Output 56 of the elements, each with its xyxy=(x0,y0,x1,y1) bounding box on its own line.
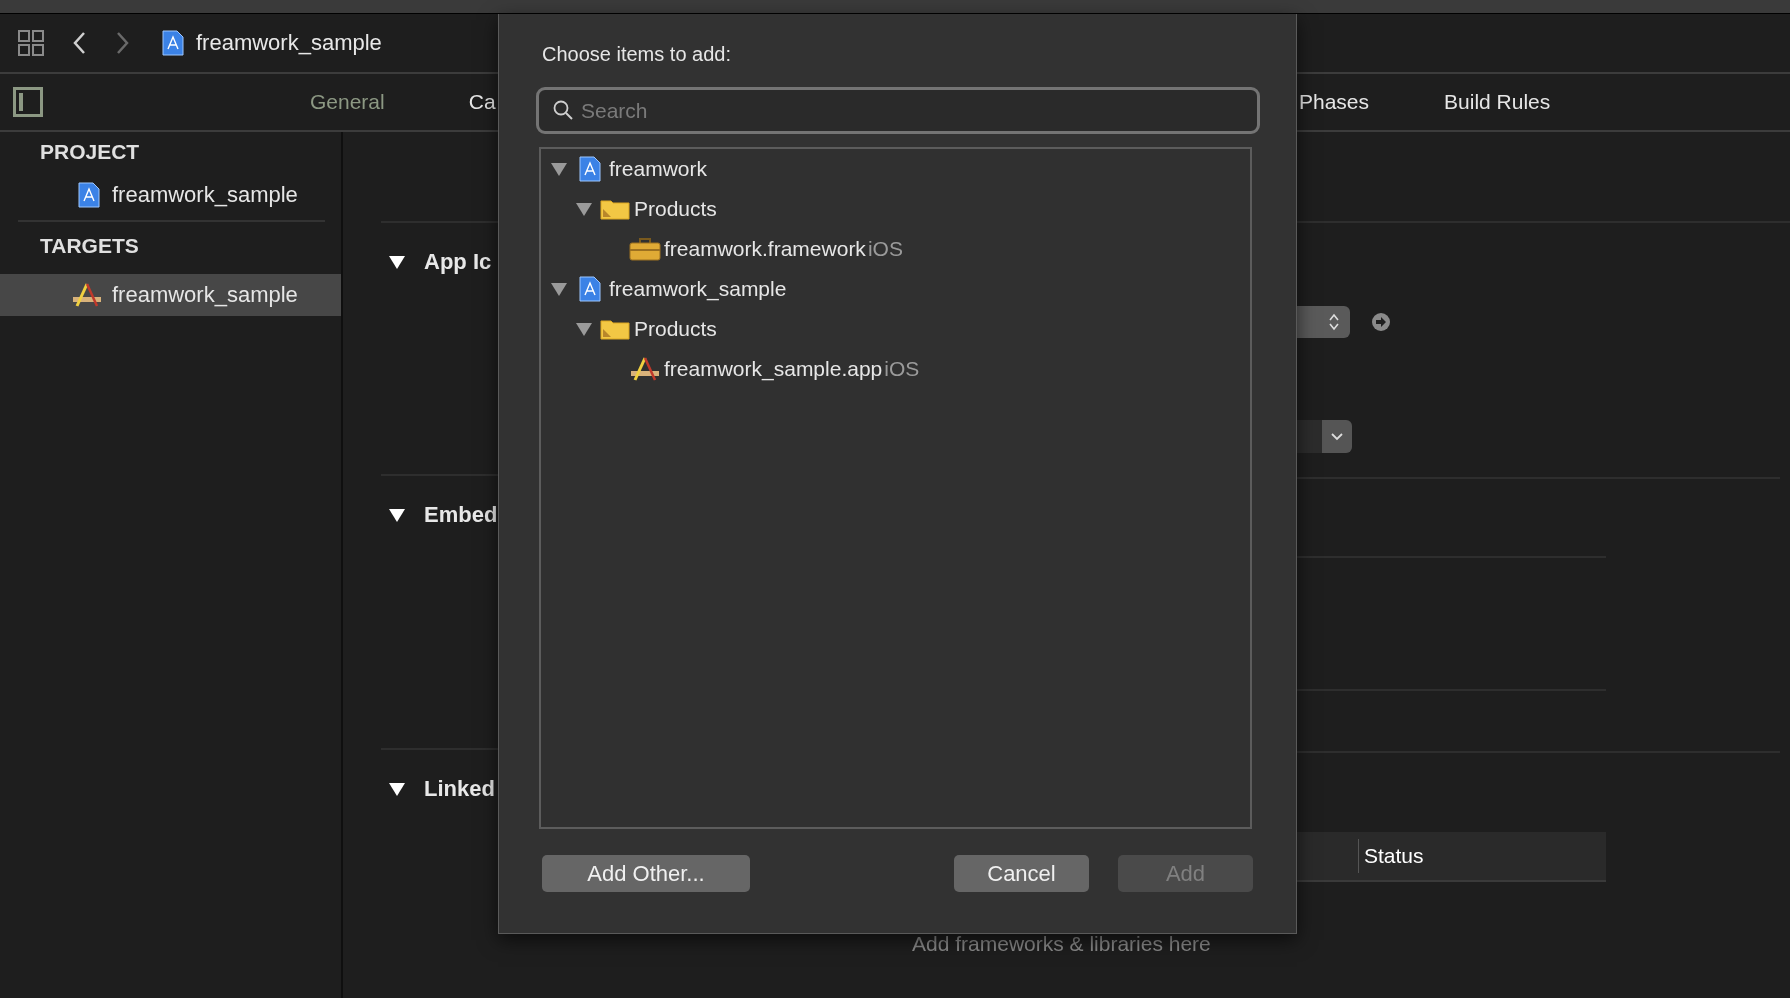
disclosure-triangle-icon[interactable] xyxy=(389,508,405,522)
stepper-icon xyxy=(1328,312,1340,332)
dialog-button[interactable]: Add Other... xyxy=(542,855,750,892)
tree-row[interactable]: freamwork_sample.appiOS xyxy=(541,349,1250,389)
tree-item-label: freamwork.framework xyxy=(664,237,866,261)
folder-icon xyxy=(600,198,630,220)
dropdown[interactable] xyxy=(1297,420,1352,453)
disclosure-triangle-icon[interactable] xyxy=(389,255,405,269)
platform-label: iOS xyxy=(884,357,920,381)
tree-item-label: freamwork_sample.app xyxy=(664,357,883,381)
section-header: TARGETS xyxy=(39,233,140,259)
arrow-circle-icon[interactable] xyxy=(1371,312,1391,332)
project-file-icon xyxy=(579,276,601,302)
item-label: freamwork_sample xyxy=(112,282,298,308)
tree-item-label: freamwork xyxy=(609,157,708,181)
grid-icon[interactable] xyxy=(18,30,44,56)
search-icon xyxy=(553,100,573,120)
section-header: PROJECT xyxy=(39,139,141,165)
disclosure-triangle-icon[interactable] xyxy=(389,782,405,796)
sidebar-toggle-icon[interactable] xyxy=(13,87,43,117)
folder-icon xyxy=(600,318,630,340)
item-label: freamwork_sample xyxy=(112,182,298,208)
tab[interactable]: General xyxy=(310,90,385,114)
platform-label: iOS xyxy=(867,237,903,261)
app-icon xyxy=(72,282,102,308)
app-icon xyxy=(629,356,661,382)
empty-hint: Add frameworks & libraries here xyxy=(912,932,1211,955)
tree-row[interactable]: freamwork_sample xyxy=(541,269,1250,309)
tab[interactable]: Phases xyxy=(1299,90,1370,114)
chevron-down-icon xyxy=(1330,431,1344,442)
section-title: App Ic xyxy=(424,249,492,275)
tree-item-label: Products xyxy=(634,317,717,341)
dialog-button[interactable]: Cancel xyxy=(954,855,1089,892)
forward-icon[interactable] xyxy=(116,31,130,55)
back-icon[interactable] xyxy=(72,31,86,55)
tab[interactable]: Ca xyxy=(468,90,496,114)
tab[interactable]: Build Rules xyxy=(1444,90,1551,114)
tree-item-label: Products xyxy=(634,197,717,221)
tree-item-label: freamwork_sample xyxy=(609,277,787,301)
sidebar-item[interactable]: freamwork_sample xyxy=(0,274,341,316)
sheet-title: Choose items to add: xyxy=(541,42,732,67)
stepper-popup[interactable] xyxy=(1297,306,1350,338)
search-field[interactable]: Search xyxy=(536,87,1260,134)
tree-row[interactable]: Products xyxy=(541,189,1250,229)
sidebar-item[interactable]: freamwork_sample xyxy=(0,174,341,216)
project-file-icon xyxy=(579,156,601,182)
section-title: Linked xyxy=(424,776,495,802)
column-header[interactable]: Status xyxy=(1364,844,1424,868)
tree-row[interactable]: Products xyxy=(541,309,1250,349)
section-title: Embed xyxy=(424,502,498,528)
window-title: freamwork_sample xyxy=(196,30,382,56)
toolbox-icon xyxy=(629,236,661,262)
project-file-icon xyxy=(78,182,100,208)
project-file-icon xyxy=(162,30,184,56)
tree-row[interactable]: freamwork.frameworkiOS xyxy=(541,229,1250,269)
tree-row[interactable]: freamwork xyxy=(541,149,1250,189)
